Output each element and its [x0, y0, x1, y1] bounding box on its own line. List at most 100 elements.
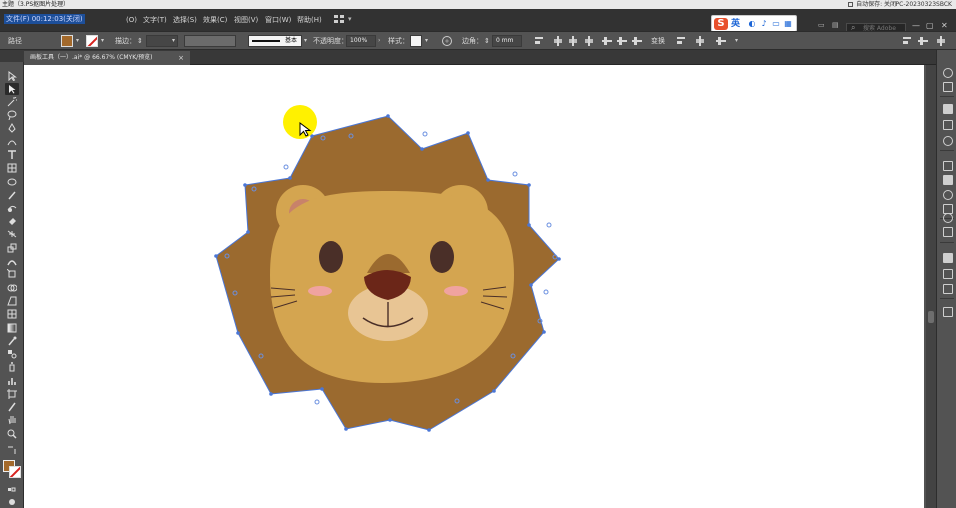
- gradient-panel-icon[interactable]: [942, 174, 953, 185]
- lion-artwork[interactable]: [24, 65, 924, 508]
- direct-selection-tool-icon[interactable]: [5, 83, 19, 95]
- column-graph-tool-icon[interactable]: [5, 375, 19, 387]
- vertical-scrollbar[interactable]: [926, 65, 936, 508]
- align-top-icon[interactable]: [602, 36, 612, 46]
- width-tool-icon[interactable]: [5, 255, 19, 267]
- arrange-documents-icon[interactable]: ▭: [818, 21, 825, 29]
- close-window-button[interactable]: ✕: [941, 21, 948, 30]
- stroke-stepper-icon[interactable]: ⇕: [137, 36, 143, 46]
- align-middle-icon[interactable]: [617, 36, 627, 46]
- color-mode-icon[interactable]: [5, 484, 19, 496]
- microphone-icon[interactable]: ♪: [760, 19, 768, 29]
- panel-options-icon[interactable]: [902, 36, 912, 46]
- menu-icon[interactable]: [936, 36, 946, 46]
- perspective-grid-tool-icon[interactable]: [5, 295, 19, 307]
- stroke-weight-dropdown-icon[interactable]: ▾: [172, 37, 175, 44]
- graphic-styles-icon[interactable]: [942, 212, 953, 223]
- close-tab-icon[interactable]: ×: [178, 51, 184, 65]
- variable-width-profile[interactable]: [184, 35, 236, 47]
- rotate-tool-icon[interactable]: [5, 228, 19, 240]
- lasso-tool-icon[interactable]: [5, 109, 19, 121]
- blend-tool-icon[interactable]: [5, 348, 19, 360]
- select-similar-icon[interactable]: [695, 36, 705, 46]
- properties-panel-icon[interactable]: [942, 306, 953, 317]
- swap-fill-stroke-icon[interactable]: [5, 444, 19, 456]
- color-panel-icon[interactable]: [942, 67, 953, 78]
- ellipse-tool-icon[interactable]: [5, 176, 19, 188]
- magic-wand-tool-icon[interactable]: [5, 96, 19, 108]
- sogou-logo-icon[interactable]: S: [714, 18, 728, 30]
- menu-type[interactable]: 文字(T): [143, 15, 167, 25]
- menu-select[interactable]: 选择(S): [173, 15, 197, 25]
- menu-file[interactable]: 文件(F) 00:12:03(关闭): [4, 14, 85, 24]
- grid-icon[interactable]: ▦: [784, 19, 792, 29]
- stroke-swatch[interactable]: [86, 35, 98, 47]
- stroke-panel-icon[interactable]: [942, 160, 953, 171]
- free-transform-tool-icon[interactable]: [5, 268, 19, 280]
- menu-effect[interactable]: 效果(C): [203, 15, 227, 25]
- zoom-tool-icon[interactable]: [5, 428, 19, 440]
- slice-tool-icon[interactable]: [5, 401, 19, 413]
- corner-stepper-icon[interactable]: ⇕: [484, 36, 490, 46]
- mesh-tool-icon[interactable]: [5, 308, 19, 320]
- shape-builder-tool-icon[interactable]: [5, 282, 19, 294]
- fill-dropdown-icon[interactable]: ▾: [76, 37, 79, 44]
- arrange-panels-icon[interactable]: [918, 36, 928, 46]
- draw-mode-icon[interactable]: [5, 496, 19, 508]
- minimize-button[interactable]: —: [912, 21, 920, 30]
- hand-tool-icon[interactable]: [5, 414, 19, 426]
- paintbrush-tool-icon[interactable]: [5, 189, 19, 201]
- more-dropdown-icon[interactable]: ▾: [735, 37, 738, 44]
- artboard[interactable]: [24, 65, 924, 508]
- swatches-panel-icon[interactable]: [942, 103, 953, 114]
- scroll-thumb[interactable]: [928, 311, 934, 323]
- brushes-panel-icon[interactable]: [942, 119, 953, 130]
- image-trace-icon[interactable]: [942, 226, 953, 237]
- asset-export-icon[interactable]: [942, 268, 953, 279]
- workspace-icon[interactable]: ▤: [832, 21, 839, 29]
- corner-radius-field[interactable]: 0 mm: [492, 35, 522, 47]
- fill-swatch[interactable]: [61, 35, 73, 47]
- type-tool-icon[interactable]: [5, 149, 19, 161]
- canvas-area[interactable]: [24, 65, 936, 508]
- gradient-tool-icon[interactable]: [5, 322, 19, 334]
- brush-dropdown-icon[interactable]: ▾: [304, 37, 307, 44]
- layers-panel-icon[interactable]: [942, 252, 953, 263]
- line-segment-tool-icon[interactable]: [5, 162, 19, 174]
- opacity-field[interactable]: 100%: [346, 35, 376, 47]
- symbol-sprayer-tool-icon[interactable]: [5, 361, 19, 373]
- ime-language[interactable]: 英: [731, 18, 740, 30]
- document-tab[interactable]: 画板工具（一）.ai* @ 66.67% (CMYK/预览) ×: [24, 51, 190, 65]
- maximize-button[interactable]: ▢: [926, 21, 934, 30]
- isolate-icon[interactable]: [676, 36, 686, 46]
- shaper-tool-icon[interactable]: [5, 202, 19, 214]
- artboard-tool-icon[interactable]: [5, 388, 19, 400]
- pen-tool-icon[interactable]: [5, 122, 19, 134]
- curvature-tool-icon[interactable]: [5, 136, 19, 148]
- align-to-icon[interactable]: [534, 36, 544, 46]
- menu-view[interactable]: 视图(V): [234, 15, 258, 25]
- stroke-indicator[interactable]: [9, 466, 21, 478]
- eyedropper-tool-icon[interactable]: [5, 335, 19, 347]
- keyboard-icon[interactable]: ▭: [772, 19, 780, 29]
- artboards-panel-icon[interactable]: [942, 283, 953, 294]
- align-bottom-icon[interactable]: [632, 36, 642, 46]
- workspace-switcher[interactable]: ▾: [334, 15, 356, 25]
- menu-object[interactable]: (O): [126, 15, 137, 25]
- transparency-panel-icon[interactable]: [942, 189, 953, 200]
- puppet-warp-icon[interactable]: [716, 36, 726, 46]
- style-dropdown-icon[interactable]: ▾: [425, 37, 428, 44]
- transform-link[interactable]: 变换: [651, 36, 665, 46]
- symbols-panel-icon[interactable]: [942, 135, 953, 146]
- stroke-dropdown-icon[interactable]: ▾: [101, 37, 104, 44]
- menu-help[interactable]: 帮助(H): [297, 15, 322, 25]
- opacity-arrow-icon[interactable]: ›: [378, 37, 380, 44]
- selection-tool-icon[interactable]: [5, 70, 19, 82]
- scale-tool-icon[interactable]: [5, 242, 19, 254]
- align-right-icon[interactable]: [584, 36, 594, 46]
- brush-definition[interactable]: 基本: [248, 35, 302, 47]
- align-left-icon[interactable]: [553, 36, 563, 46]
- fill-stroke-indicator[interactable]: [3, 460, 23, 480]
- moon-icon[interactable]: ◐: [748, 19, 756, 29]
- recolor-artwork-icon[interactable]: [442, 36, 452, 46]
